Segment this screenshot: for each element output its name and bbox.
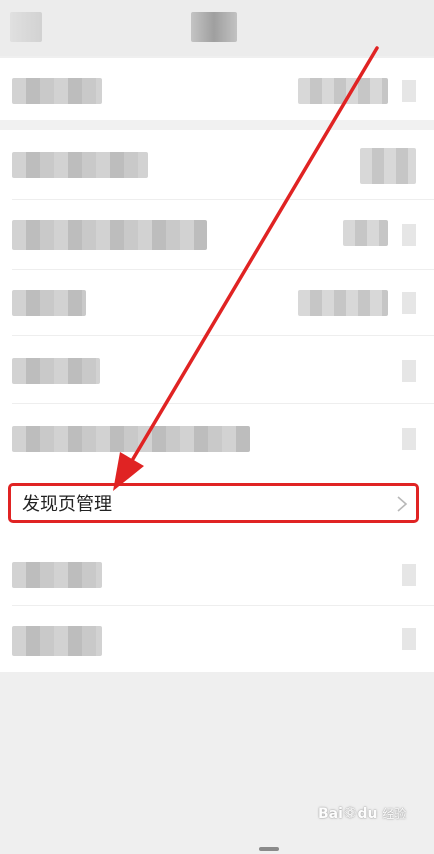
discover-page-management-label: 发现页管理: [22, 494, 112, 515]
list-item-label: [12, 426, 250, 452]
baidu-watermark: Bai❁du 经验: [318, 804, 407, 822]
chevron-right-icon: [402, 224, 416, 246]
list-item-value: [298, 290, 388, 316]
list-item[interactable]: [0, 58, 434, 120]
chevron-right-icon: [402, 292, 416, 314]
chevron-right-icon: [402, 80, 416, 102]
group-separator: [0, 120, 434, 130]
list-item-label: [12, 220, 207, 250]
settings-group-main: [0, 130, 434, 672]
list-item-label: [12, 290, 86, 316]
chevron-right-icon: [402, 360, 416, 382]
discover-page-management-item[interactable]: 发现页管理: [8, 483, 419, 523]
nav-header: [0, 0, 434, 56]
chevron-right-icon: [402, 628, 416, 650]
list-item[interactable]: [0, 270, 434, 336]
chevron-right-icon: [397, 496, 408, 512]
page-title: [191, 12, 237, 42]
settings-group-top: [0, 58, 434, 120]
list-item[interactable]: [0, 130, 434, 200]
list-item-value: [298, 78, 388, 104]
chevron-right-icon: [402, 564, 416, 586]
list-item[interactable]: [0, 200, 434, 270]
list-item-value: [360, 148, 416, 184]
list-item-label: [12, 562, 102, 588]
home-indicator: [259, 847, 279, 851]
list-item[interactable]: [0, 606, 434, 672]
chevron-right-icon: [402, 428, 416, 450]
baidu-paw-icon: ❁: [343, 804, 357, 822]
list-item[interactable]: [0, 336, 434, 404]
list-item-label: [12, 152, 148, 178]
back-button[interactable]: [10, 12, 42, 42]
list-item-label: [12, 78, 102, 104]
list-item-label: [12, 358, 100, 384]
list-item-label: [12, 626, 102, 656]
list-item-value: [343, 220, 388, 246]
list-item[interactable]: [0, 540, 434, 606]
list-item[interactable]: [0, 404, 434, 474]
